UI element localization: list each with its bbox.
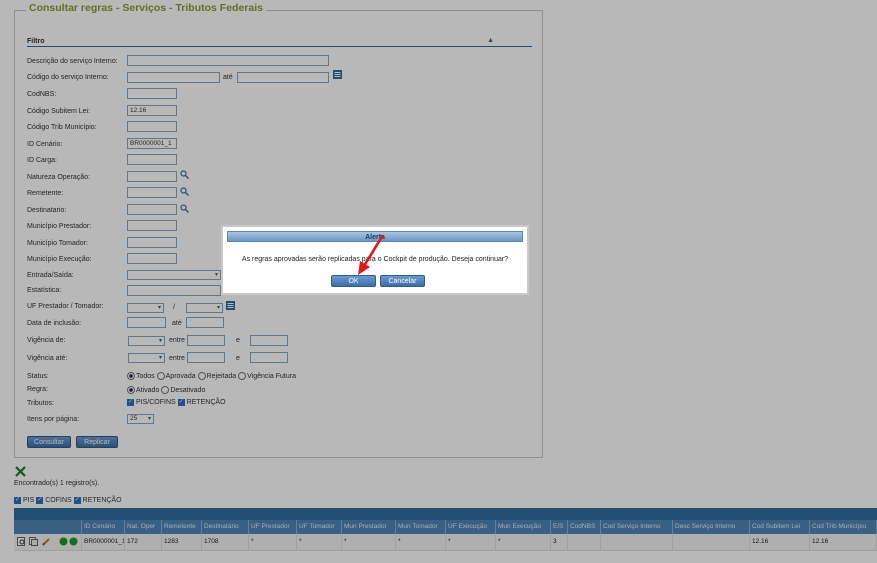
red-arrow-annotation	[358, 234, 385, 275]
red-arrow-head	[358, 261, 370, 275]
cancel-button[interactable]: Cancelar	[380, 275, 425, 287]
ok-button[interactable]: OK	[331, 275, 376, 287]
red-arrow-shaft	[362, 234, 385, 267]
